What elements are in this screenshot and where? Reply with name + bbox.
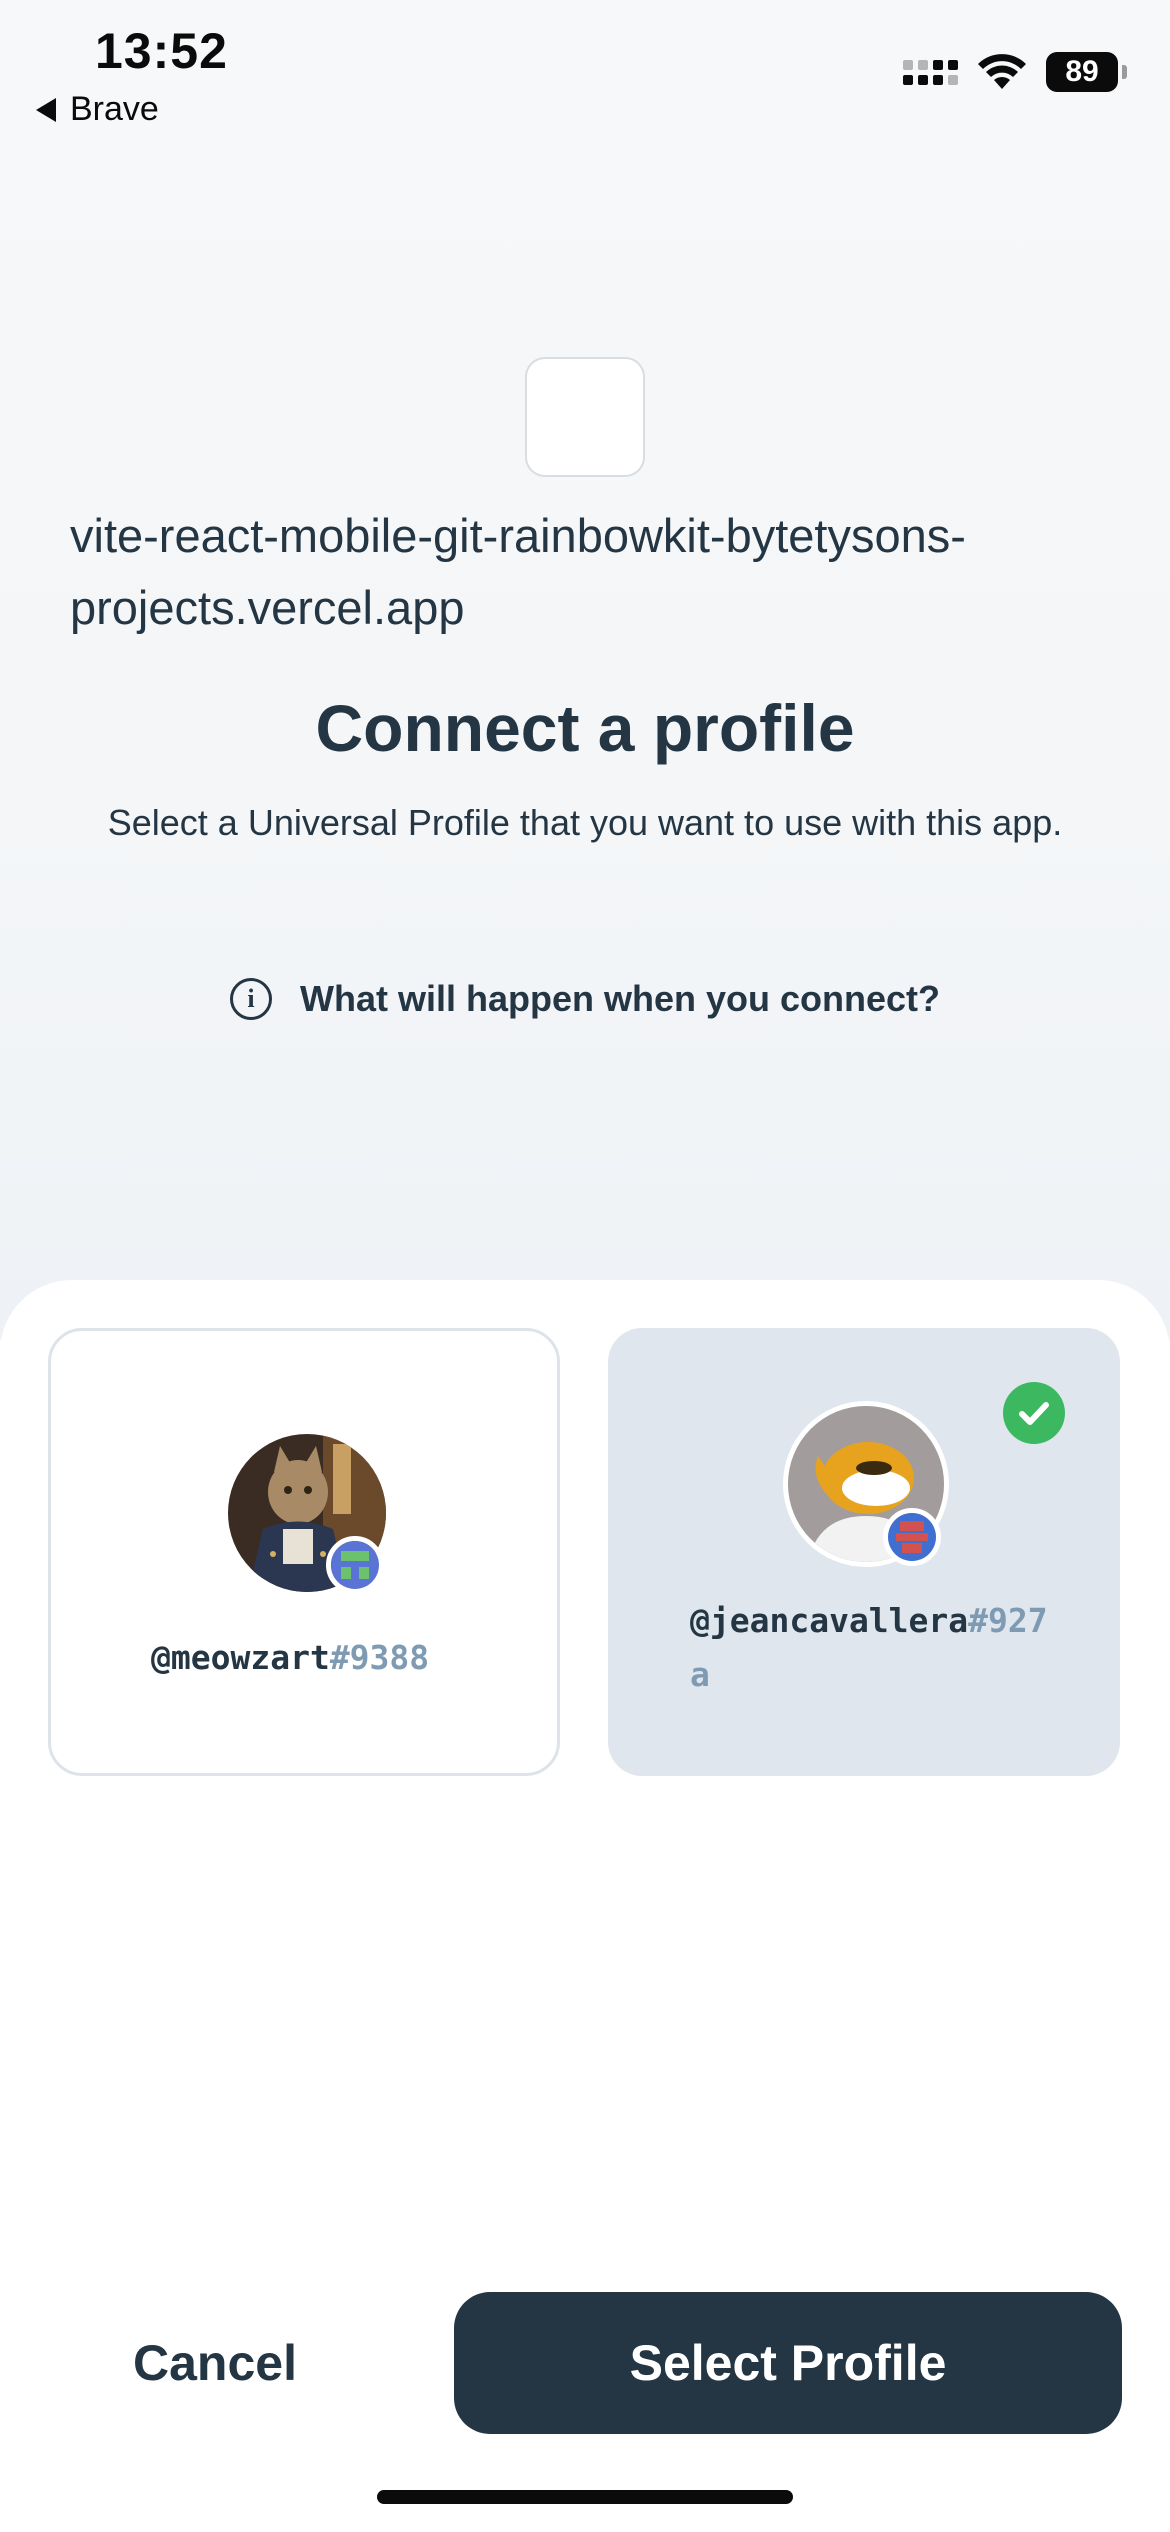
profile-hash: #9388 xyxy=(329,1638,430,1677)
back-arrow-icon xyxy=(36,97,56,122)
identicon-badge-icon xyxy=(326,1536,384,1594)
profile-card-jeancavallera[interactable]: @jeancavallera#927a xyxy=(608,1328,1120,1776)
battery-icon: 89 xyxy=(1046,52,1127,92)
profile-handle: @meowzart#9388 xyxy=(151,1631,429,1685)
selected-check-icon xyxy=(1003,1382,1065,1444)
connect-info-link[interactable]: i What will happen when you connect? xyxy=(0,978,1170,1020)
profile-name: @jeancavallera xyxy=(690,1601,969,1640)
cancel-button[interactable]: Cancel xyxy=(60,2292,370,2434)
page-subtitle: Select a Universal Profile that you want… xyxy=(107,802,1063,843)
cellular-signal-icon xyxy=(903,59,958,85)
status-time: 13:52 xyxy=(95,23,228,79)
profile-name: @meowzart xyxy=(151,1638,330,1677)
app-url: vite-react-mobile-git-rainbowkit-bytetys… xyxy=(70,509,966,634)
battery-level: 89 xyxy=(1065,55,1099,88)
status-indicators: 89 xyxy=(903,52,1127,92)
home-indicator[interactable] xyxy=(377,2490,793,2504)
info-icon: i xyxy=(229,978,272,1020)
wifi-icon xyxy=(978,54,1026,89)
back-label: Brave xyxy=(70,90,159,128)
select-profile-button[interactable]: Select Profile xyxy=(454,2292,1122,2434)
profile-handle: @jeancavallera#927a xyxy=(690,1594,1050,1702)
page-title: Connect a profile xyxy=(315,691,855,765)
identicon-badge-icon xyxy=(883,1508,941,1566)
app-icon-placeholder xyxy=(525,357,645,477)
info-link-label: What will happen when you connect? xyxy=(299,978,941,1019)
connect-header-area xyxy=(0,0,1170,1340)
profile-card-meowzart[interactable]: @meowzart#9388 xyxy=(48,1328,560,1776)
back-to-brave-link[interactable]: Brave xyxy=(36,90,159,129)
